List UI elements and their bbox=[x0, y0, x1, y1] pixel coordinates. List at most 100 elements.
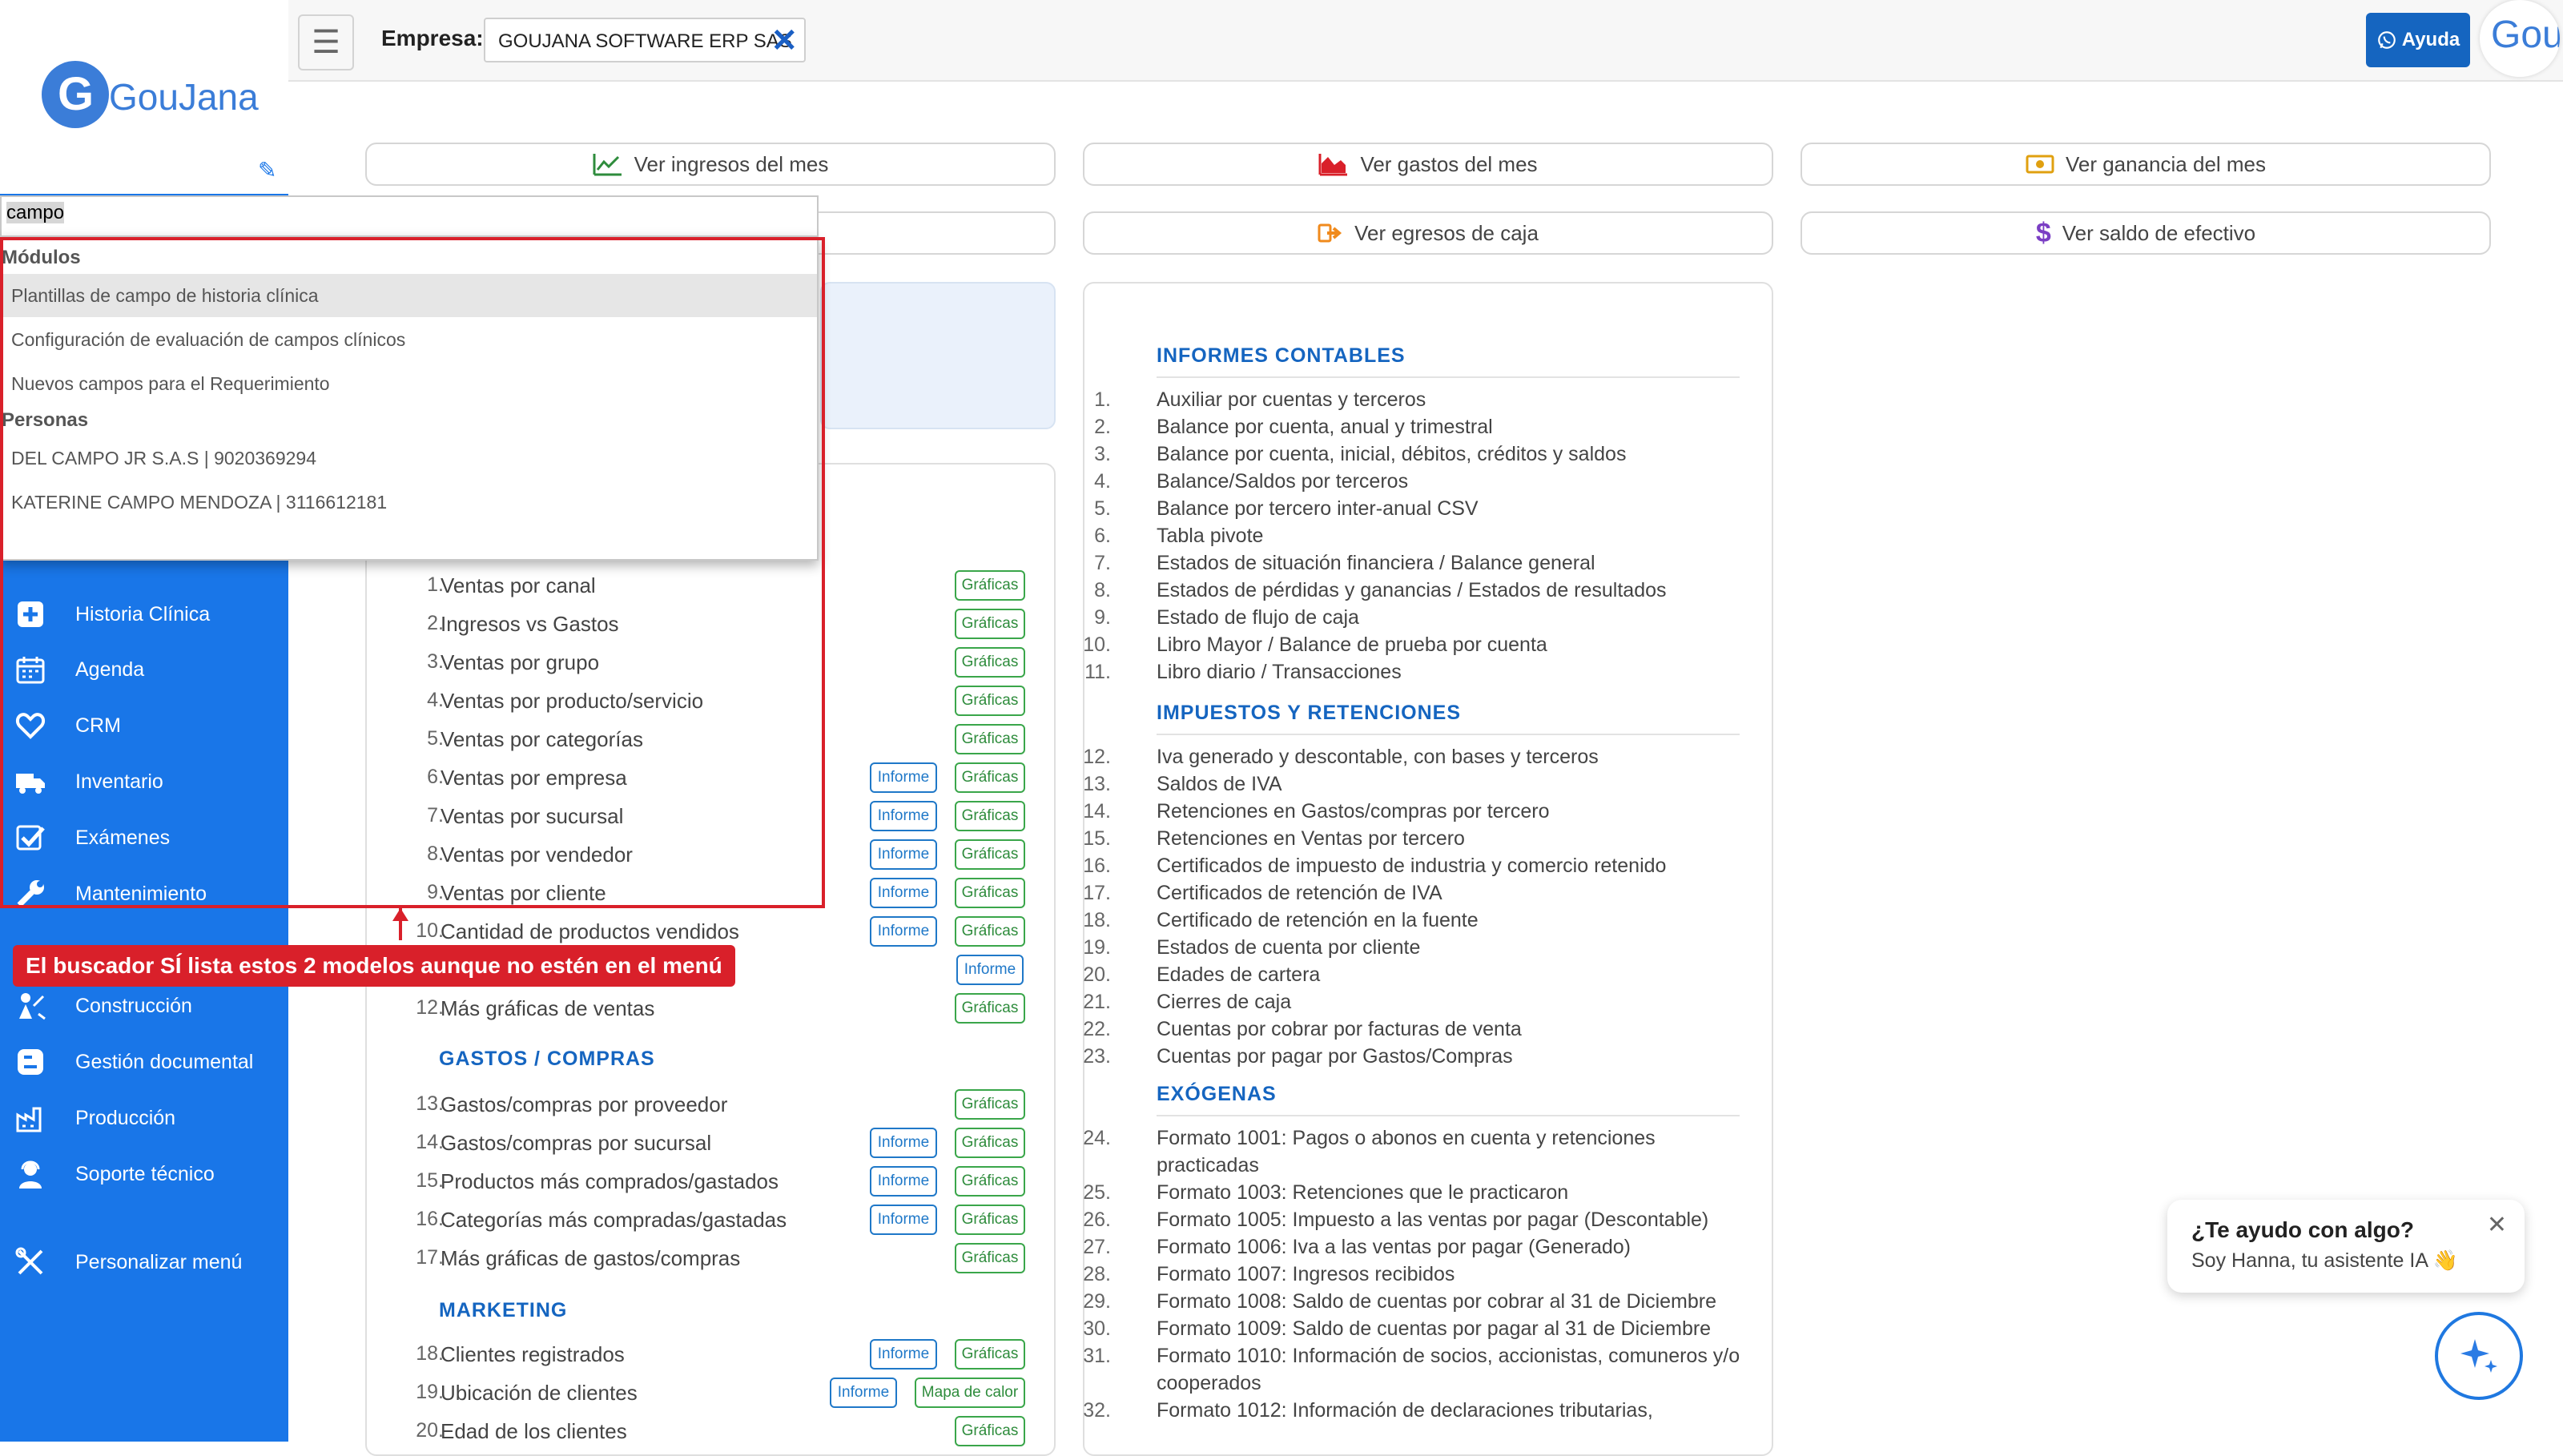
report-number: 30. bbox=[1083, 1317, 1111, 1340]
report-number: 18. bbox=[1083, 909, 1111, 931]
ver-egresos-button[interactable]: Ver egresos de caja bbox=[1083, 211, 1773, 255]
accounting-report-row[interactable]: 9. Estado de flujo de caja bbox=[1081, 604, 1746, 631]
graficas-button[interactable]: Gráficas bbox=[955, 762, 1025, 793]
graficas-button[interactable]: Gráficas bbox=[955, 1128, 1025, 1158]
report-label: Iva generado y descontable, con bases y … bbox=[1157, 746, 1599, 768]
informe-button[interactable]: Informe bbox=[956, 955, 1024, 985]
accounting-report-row[interactable]: 19. Estados de cuenta por cliente bbox=[1081, 934, 1746, 961]
informe-button[interactable]: Informe bbox=[870, 1205, 937, 1235]
report-label[interactable]: Categorías más compradas/gastadas bbox=[441, 1208, 787, 1233]
report-label[interactable]: Gastos/compras por sucursal bbox=[441, 1131, 711, 1156]
informe-button[interactable]: Informe bbox=[870, 878, 937, 908]
ver-ganancia-button[interactable]: Ver ganancia del mes bbox=[1801, 143, 2491, 186]
accounting-report-row[interactable]: 27. Formato 1006: Iva a las ventas por pa… bbox=[1081, 1233, 1746, 1261]
report-label[interactable]: Clientes registrados bbox=[441, 1342, 625, 1367]
accounting-report-row[interactable]: 32. Formato 1012: Información de declarac… bbox=[1081, 1397, 1746, 1424]
accounting-report-row[interactable]: 28. Formato 1007: Ingresos recibidos bbox=[1081, 1261, 1746, 1288]
report-label: Formato 1007: Ingresos recibidos bbox=[1157, 1263, 1455, 1285]
accounting-report-row[interactable]: 25. Formato 1003: Retenciones que le prac… bbox=[1081, 1179, 1746, 1206]
accounting-report-row[interactable]: 16. Certificados de impuesto de industria… bbox=[1081, 852, 1746, 879]
clear-empresa-icon[interactable]: ✕ bbox=[771, 22, 798, 59]
report-label[interactable]: Productos más comprados/gastados bbox=[441, 1169, 779, 1194]
accounting-report-row[interactable]: 11. Libro diario / Transacciones bbox=[1081, 658, 1746, 686]
report-label[interactable]: Más gráficas de gastos/compras bbox=[441, 1246, 740, 1271]
graficas-button[interactable]: Gráficas bbox=[955, 724, 1025, 754]
graficas-button[interactable]: Gráficas bbox=[955, 839, 1025, 870]
accounting-report-row[interactable]: 10. Libro Mayor / Balance de prueba por c… bbox=[1081, 631, 1746, 658]
graficas-button[interactable]: Gráficas bbox=[955, 916, 1025, 947]
accounting-report-row[interactable]: 14. Retenciones en Gastos/compras por ter… bbox=[1081, 798, 1746, 825]
informe-button[interactable]: Informe bbox=[830, 1378, 897, 1408]
graficas-button[interactable]: Gráficas bbox=[955, 993, 1025, 1024]
informe-button[interactable]: Informe bbox=[870, 801, 937, 831]
accounting-report-row[interactable]: 15. Retenciones en Ventas por tercero bbox=[1081, 825, 1746, 852]
sidebar-item-gestión-documental[interactable]: Gestión documental bbox=[0, 1033, 288, 1089]
graficas-button[interactable]: Gráficas bbox=[955, 878, 1025, 908]
sidebar-item-personalizar-menú[interactable]: Personalizar menú bbox=[0, 1233, 288, 1289]
accounting-report-row[interactable]: 3. Balance por cuenta, inicial, débitos, … bbox=[1081, 440, 1746, 468]
ver-gastos-button[interactable]: Ver gastos del mes bbox=[1083, 143, 1773, 186]
accounting-report-row[interactable]: 1. Auxiliar por cuentas y terceros bbox=[1081, 386, 1746, 413]
report-label[interactable]: Ubicación de clientes bbox=[441, 1381, 638, 1406]
graficas-button[interactable]: Gráficas bbox=[955, 1166, 1025, 1197]
graficas-button[interactable]: Gráficas bbox=[955, 1243, 1025, 1273]
accounting-report-row[interactable]: 18. Certificado de retención en la fuente bbox=[1081, 907, 1746, 934]
hamburger-menu-button[interactable]: ☰ bbox=[298, 14, 354, 70]
annotation-label: El buscador SÍ lista estos 2 modelos aun… bbox=[13, 945, 735, 987]
report-number: 27. bbox=[1083, 1236, 1111, 1258]
accounting-report-row[interactable]: 23. Cuentas por pagar por Gastos/Compras bbox=[1081, 1043, 1746, 1070]
close-icon[interactable]: ✕ bbox=[2487, 1211, 2507, 1239]
accounting-report-row[interactable]: 21. Cierres de caja bbox=[1081, 988, 1746, 1016]
accounting-report-row[interactable]: 13. Saldos de IVA bbox=[1081, 770, 1746, 798]
sidebar-item-producción[interactable]: Producción bbox=[0, 1089, 288, 1145]
graficas-button[interactable]: Gráficas bbox=[955, 1339, 1025, 1370]
accounting-report-row[interactable]: 30. Formato 1009: Saldo de cuentas por pa… bbox=[1081, 1315, 1746, 1342]
accounting-report-row[interactable]: 24. Formato 1001: Pagos o abonos en cuent… bbox=[1081, 1124, 1746, 1179]
ver-ingresos-button[interactable]: Ver ingresos del mes bbox=[365, 143, 1056, 186]
accounting-report-row[interactable]: 8. Estados de pérdidas y ganancias / Esta… bbox=[1081, 577, 1746, 604]
report-label[interactable]: Más gráficas de ventas bbox=[441, 996, 654, 1021]
informe-button[interactable]: Informe bbox=[870, 1339, 937, 1370]
report-label[interactable]: Gastos/compras por proveedor bbox=[441, 1092, 727, 1117]
accounting-report-row[interactable]: 5. Balance por tercero inter-anual CSV bbox=[1081, 495, 1746, 522]
accounting-report-row[interactable]: 22. Cuentas por cobrar por facturas de ve… bbox=[1081, 1016, 1746, 1043]
accounting-report-row[interactable]: 17. Certificados de retención de IVA bbox=[1081, 879, 1746, 907]
ver-saldo-button[interactable]: $ Ver saldo de efectivo bbox=[1801, 211, 2491, 255]
informe-button[interactable]: Informe bbox=[870, 916, 937, 947]
accounting-report-row[interactable]: 26. Formato 1005: Impuesto a las ventas p… bbox=[1081, 1206, 1746, 1233]
accounting-report-row[interactable]: 12. Iva generado y descontable, con bases… bbox=[1081, 743, 1746, 770]
chat-bubble[interactable]: ¿Te ayudo con algo? Soy Hanna, tu asiste… bbox=[2167, 1200, 2525, 1293]
graficas-button[interactable]: Gráficas bbox=[955, 1416, 1025, 1446]
accounting-report-row[interactable]: 20. Edades de cartera bbox=[1081, 961, 1746, 988]
graficas-button[interactable]: Gráficas bbox=[955, 686, 1025, 716]
graficas-button[interactable]: Gráficas bbox=[955, 570, 1025, 601]
graficas-button[interactable]: Gráficas bbox=[955, 1205, 1025, 1235]
informe-button[interactable]: Informe bbox=[870, 1166, 937, 1197]
mapa-de-calor-button[interactable]: Mapa de calor bbox=[915, 1378, 1025, 1408]
accounting-report-row[interactable]: 31. Formato 1010: Información de socios, … bbox=[1081, 1342, 1746, 1397]
accounting-report-row[interactable]: 2. Balance por cuenta, anual y trimestral bbox=[1081, 413, 1746, 440]
report-number: 15. bbox=[416, 1169, 444, 1192]
pencil-icon[interactable]: ✎ bbox=[258, 157, 276, 183]
accounting-report-row[interactable]: 4. Balance/Saldos por terceros bbox=[1081, 468, 1746, 495]
ai-assistant-button[interactable] bbox=[2435, 1312, 2523, 1400]
report-label[interactable]: Edad de los clientes bbox=[441, 1419, 627, 1444]
avatar[interactable]: Gou bbox=[2480, 0, 2560, 77]
search-input[interactable]: campo bbox=[0, 195, 819, 235]
informe-button[interactable]: Informe bbox=[870, 839, 937, 870]
empresa-select[interactable]: GOUJANA SOFTWARE ERP SAS ✕ bbox=[484, 18, 806, 62]
graficas-button[interactable]: Gráficas bbox=[955, 1089, 1025, 1120]
empresa-value: GOUJANA SOFTWARE ERP SAS bbox=[498, 30, 792, 52]
graficas-button[interactable]: Gráficas bbox=[955, 647, 1025, 678]
help-button[interactable]: Ayuda bbox=[2366, 13, 2470, 67]
graficas-button[interactable]: Gráficas bbox=[955, 801, 1025, 831]
graficas-button[interactable]: Gráficas bbox=[955, 609, 1025, 639]
accounting-report-row[interactable]: 6. Tabla pivote bbox=[1081, 522, 1746, 549]
informe-button[interactable]: Informe bbox=[870, 1128, 937, 1158]
informe-button[interactable]: Informe bbox=[870, 762, 937, 793]
sidebar-item-soporte-técnico[interactable]: Soporte técnico bbox=[0, 1145, 288, 1201]
accounting-report-row[interactable]: 7. Estados de situación financiera / Bala… bbox=[1081, 549, 1746, 577]
accounting-report-row[interactable]: 29. Formato 1008: Saldo de cuentas por co… bbox=[1081, 1288, 1746, 1315]
report-label[interactable]: Cantidad de productos vendidos bbox=[441, 919, 739, 944]
report-label: Balance/Saldos por terceros bbox=[1157, 470, 1409, 493]
